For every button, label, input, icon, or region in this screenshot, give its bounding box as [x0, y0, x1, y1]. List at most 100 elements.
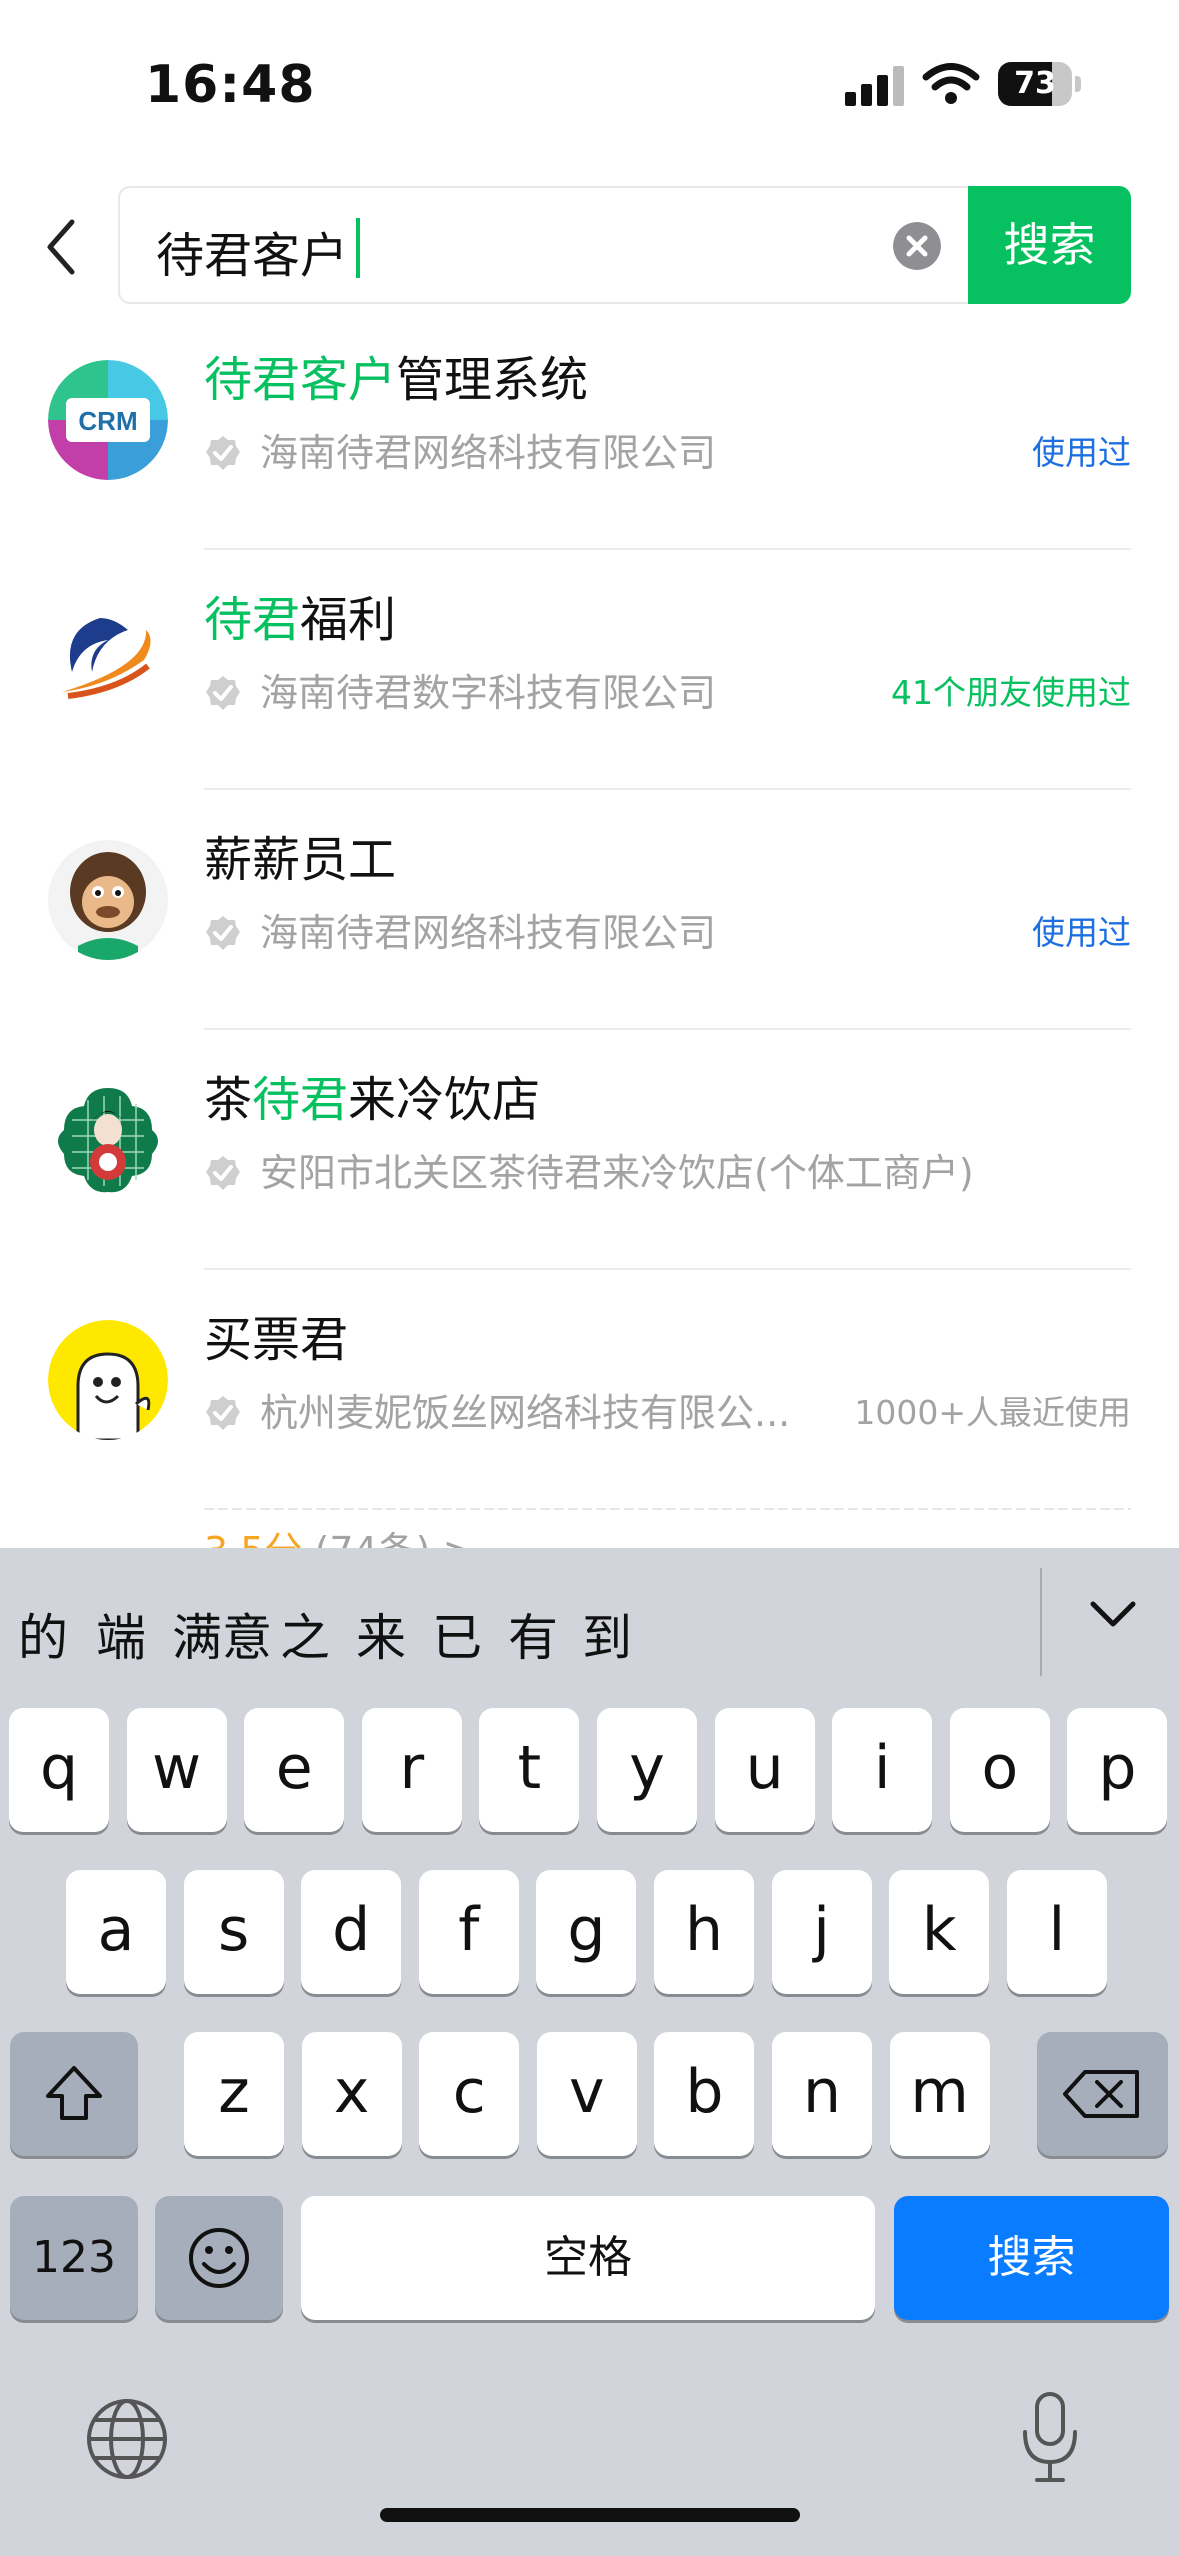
key-k[interactable]: k	[889, 1870, 990, 1994]
result-item[interactable]: 薪薪员工海南待君网络科技有限公司 使用过	[0, 790, 1179, 1030]
key-e[interactable]: e	[244, 1708, 345, 1832]
key-h[interactable]: h	[654, 1870, 754, 1994]
result-company: 安阳市北关区茶待君来冷饮店(个体工商户)	[204, 1142, 974, 1197]
key-l[interactable]: l	[1006, 1870, 1107, 1994]
globe-icon[interactable]	[82, 2394, 172, 2484]
result-usage-tag: 1000+人最近使用	[854, 1393, 1131, 1432]
result-name-part: 来冷饮店	[348, 1072, 541, 1128]
result-item[interactable]: 买票君杭州麦妮饭丝网络科技有限公... 1000+人最近使用	[0, 1270, 1179, 1510]
candidate-word[interactable]: 已	[432, 1598, 482, 1670]
key-s[interactable]: s	[183, 1870, 284, 1994]
company-name: 安阳市北关区茶待君来冷饮店(个体工商户)	[260, 1151, 974, 1195]
svg-text:CRM: CRM	[78, 406, 137, 436]
candidate-word[interactable]: 满意	[172, 1598, 272, 1670]
result-name: 薪薪员工	[204, 820, 396, 890]
result-name-part: 福利	[300, 592, 397, 648]
result-item[interactable]: 待君福利海南待君数字科技有限公司 41个朋友使用过	[0, 550, 1179, 790]
key-g[interactable]: g	[536, 1870, 637, 1994]
home-indicator	[380, 2508, 800, 2522]
key-q[interactable]: q	[9, 1708, 109, 1832]
result-usage-tag: 41个朋友使用过	[891, 673, 1131, 712]
collapse-candidates-chevron-icon[interactable]	[1083, 1594, 1143, 1634]
battery-level: 73	[1014, 66, 1056, 101]
key-t[interactable]: t	[479, 1708, 580, 1832]
candidate-word[interactable]: 到	[582, 1598, 632, 1670]
verified-badge-icon	[206, 676, 240, 710]
cellular-signal-icon	[845, 62, 907, 106]
candidate-word[interactable]: 的	[18, 1598, 68, 1670]
key-c[interactable]: c	[419, 2032, 520, 2156]
gorilla-mascot-icon	[48, 840, 168, 960]
clear-input-icon[interactable]	[893, 222, 941, 270]
result-company: 海南待君网络科技有限公司	[204, 902, 716, 957]
search-query-text[interactable]: 待君客户	[156, 216, 348, 286]
company-name: 海南待君网络科技有限公司	[260, 911, 717, 955]
candidate-word[interactable]: 有	[508, 1598, 558, 1670]
company-name: 海南待君数字科技有限公司	[260, 671, 717, 715]
key-f[interactable]: f	[418, 1870, 519, 1994]
verified-badge-icon	[206, 1156, 240, 1190]
verified-badge-icon	[206, 1396, 240, 1430]
shift-key[interactable]	[10, 2032, 138, 2156]
candidate-word[interactable]: 之	[280, 1598, 330, 1670]
key-v[interactable]: v	[536, 2032, 637, 2156]
result-name: 待君客户管理系统	[204, 340, 588, 410]
result-name-part: 待君	[204, 592, 301, 648]
numbers-key[interactable]: 123	[10, 2196, 138, 2320]
verified-badge-icon	[206, 916, 240, 950]
result-company: 海南待君网络科技有限公司	[204, 422, 716, 477]
result-item[interactable]: CRM 待君客户管理系统海南待君网络科技有限公司 使用过	[0, 310, 1179, 550]
wifi-icon	[922, 63, 980, 104]
result-name: 待君福利	[204, 580, 396, 650]
result-name-part: 待君	[252, 1072, 349, 1128]
space-key[interactable]: 空格	[301, 2196, 875, 2320]
back-chevron-icon[interactable]	[38, 212, 88, 282]
battery-icon: 73	[998, 62, 1082, 106]
company-name: 杭州麦妮饭丝网络科技有限公...	[260, 1391, 791, 1435]
candidate-word[interactable]: 来	[356, 1598, 406, 1670]
text-cursor	[356, 218, 360, 278]
result-company: 海南待君数字科技有限公司	[204, 662, 716, 717]
key-a[interactable]: a	[66, 1870, 166, 1994]
shift-arrow-icon	[46, 2066, 102, 2120]
result-name: 买票君	[204, 1300, 348, 1370]
result-name-part: 茶	[204, 1072, 253, 1128]
emoji-face-icon	[189, 2228, 249, 2288]
key-b[interactable]: b	[654, 2032, 755, 2156]
key-y[interactable]: y	[597, 1708, 697, 1832]
result-company: 杭州麦妮饭丝网络科技有限公...	[204, 1382, 790, 1437]
result-usage-tag: 使用过	[1032, 913, 1131, 952]
key-n[interactable]: n	[772, 2032, 872, 2156]
key-i[interactable]: i	[832, 1708, 933, 1832]
key-d[interactable]: d	[301, 1870, 402, 1994]
ticket-mascot-icon	[48, 1320, 168, 1440]
backspace-icon	[1063, 2070, 1139, 2118]
result-name: 茶待君来冷饮店	[204, 1060, 540, 1130]
search-button[interactable]: 搜索	[968, 186, 1131, 304]
key-w[interactable]: w	[126, 1708, 227, 1832]
key-r[interactable]: r	[361, 1708, 462, 1832]
keyboard-search-key[interactable]: 搜索	[894, 2196, 1169, 2320]
key-m[interactable]: m	[889, 2032, 990, 2156]
tea-shop-logo-icon	[48, 1080, 168, 1200]
result-name-part: 待君客户	[204, 352, 397, 408]
company-name: 海南待君网络科技有限公司	[260, 431, 717, 475]
wave-logo-icon	[48, 600, 168, 720]
verified-badge-icon	[206, 436, 240, 470]
key-o[interactable]: o	[949, 1708, 1050, 1832]
microphone-icon[interactable]	[1015, 2388, 1085, 2488]
divider	[204, 1508, 1131, 1510]
key-x[interactable]: x	[301, 2032, 402, 2156]
result-name-part: 买票君	[204, 1312, 349, 1368]
result-usage-tag: 使用过	[1032, 433, 1131, 472]
result-name-part: 薪薪员工	[204, 832, 397, 888]
key-u[interactable]: u	[714, 1708, 815, 1832]
key-j[interactable]: j	[771, 1870, 872, 1994]
result-item[interactable]: 茶待君来冷饮店安阳市北关区茶待君来冷饮店(个体工商户)	[0, 1030, 1179, 1270]
key-z[interactable]: z	[184, 2032, 284, 2156]
emoji-key[interactable]	[155, 2196, 283, 2320]
status-time: 16:48	[145, 55, 316, 115]
candidate-word[interactable]: 端	[96, 1598, 146, 1670]
key-p[interactable]: p	[1067, 1708, 1168, 1832]
delete-key[interactable]	[1037, 2032, 1168, 2156]
